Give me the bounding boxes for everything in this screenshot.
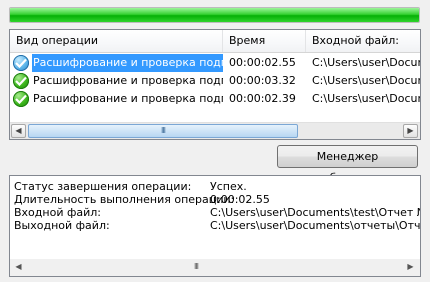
scroll-left-button[interactable]: ◀ xyxy=(11,260,26,274)
column-header-operation[interactable]: Вид операции xyxy=(10,30,223,52)
detail-value: C:\Users\user\Documents\отчеты\Отчет N xyxy=(210,219,420,232)
operation-time: 00:00:02.39 xyxy=(229,92,296,105)
detail-line-status: Статус завершения операции: Успех. xyxy=(14,180,420,193)
operation-name: Расшифрование и проверка подписи xyxy=(32,54,223,72)
detail-value: Успех. xyxy=(210,180,247,193)
detail-label: Входной файл: xyxy=(14,206,101,219)
scroll-right-button[interactable]: ▶ xyxy=(403,124,418,138)
detail-line-output-file: Выходной файл: C:\Users\user\Documents\о… xyxy=(14,219,420,232)
detail-label: Выходной файл: xyxy=(14,219,110,232)
operation-details-panel[interactable]: Статус завершения операции: Успех. Длите… xyxy=(9,175,421,277)
check-icon xyxy=(13,55,29,71)
progress-bar xyxy=(9,7,420,23)
operation-input-file: C:\Users\user\Docume xyxy=(312,56,420,69)
column-header-time[interactable]: Время xyxy=(223,30,306,52)
detail-line-input-file: Входной файл: C:\Users\user\Documents\te… xyxy=(14,206,420,219)
progress-bar-fill xyxy=(10,8,419,22)
detail-line-duration: Длительность выполнения операции: 0:00:0… xyxy=(14,193,420,206)
detail-value: 0:00:02.55 xyxy=(210,193,270,206)
column-header-input-file[interactable]: Входной файл: xyxy=(306,30,420,52)
detail-value: C:\Users\user\Documents\test\Отчет №1. xyxy=(210,206,420,219)
check-icon xyxy=(13,91,29,107)
operations-list-header: Вид операции Время Входной файл: xyxy=(10,30,420,53)
scroll-thumb[interactable]: III xyxy=(186,260,206,274)
operation-name: Расшифрование и проверка подписи xyxy=(33,92,223,105)
operation-row[interactable]: Расшифрование и проверка подписи 00:00:0… xyxy=(10,72,420,90)
operation-input-file: C:\Users\user\Docume xyxy=(312,92,420,105)
operations-list[interactable]: Вид операции Время Входной файл: Расшифр… xyxy=(9,29,421,140)
check-icon xyxy=(13,73,29,89)
operation-time: 00:00:03.32 xyxy=(229,74,296,87)
operation-row[interactable]: Расшифрование и проверка подписи 00:00:0… xyxy=(10,90,420,108)
detail-label: Длительность выполнения операции: xyxy=(14,193,235,206)
detail-label: Статус завершения операции: xyxy=(14,180,192,193)
operations-horizontal-scrollbar[interactable]: ◀ III ▶ xyxy=(10,122,420,139)
operation-time: 00:00:02.55 xyxy=(229,56,296,69)
operation-name: Расшифрование и проверка подписи xyxy=(33,74,223,87)
scroll-left-button[interactable]: ◀ xyxy=(11,124,26,138)
details-horizontal-scrollbar[interactable]: ◀ III ▶ xyxy=(10,259,420,276)
scroll-right-button[interactable]: ▶ xyxy=(403,260,418,274)
scroll-thumb[interactable]: III xyxy=(28,124,298,138)
message-manager-button[interactable]: Менеджер сообщения... xyxy=(277,145,418,184)
operation-input-file: C:\Users\user\Docume xyxy=(312,74,420,87)
operation-row[interactable]: Расшифрование и проверка подписи 00:00:0… xyxy=(10,54,420,72)
